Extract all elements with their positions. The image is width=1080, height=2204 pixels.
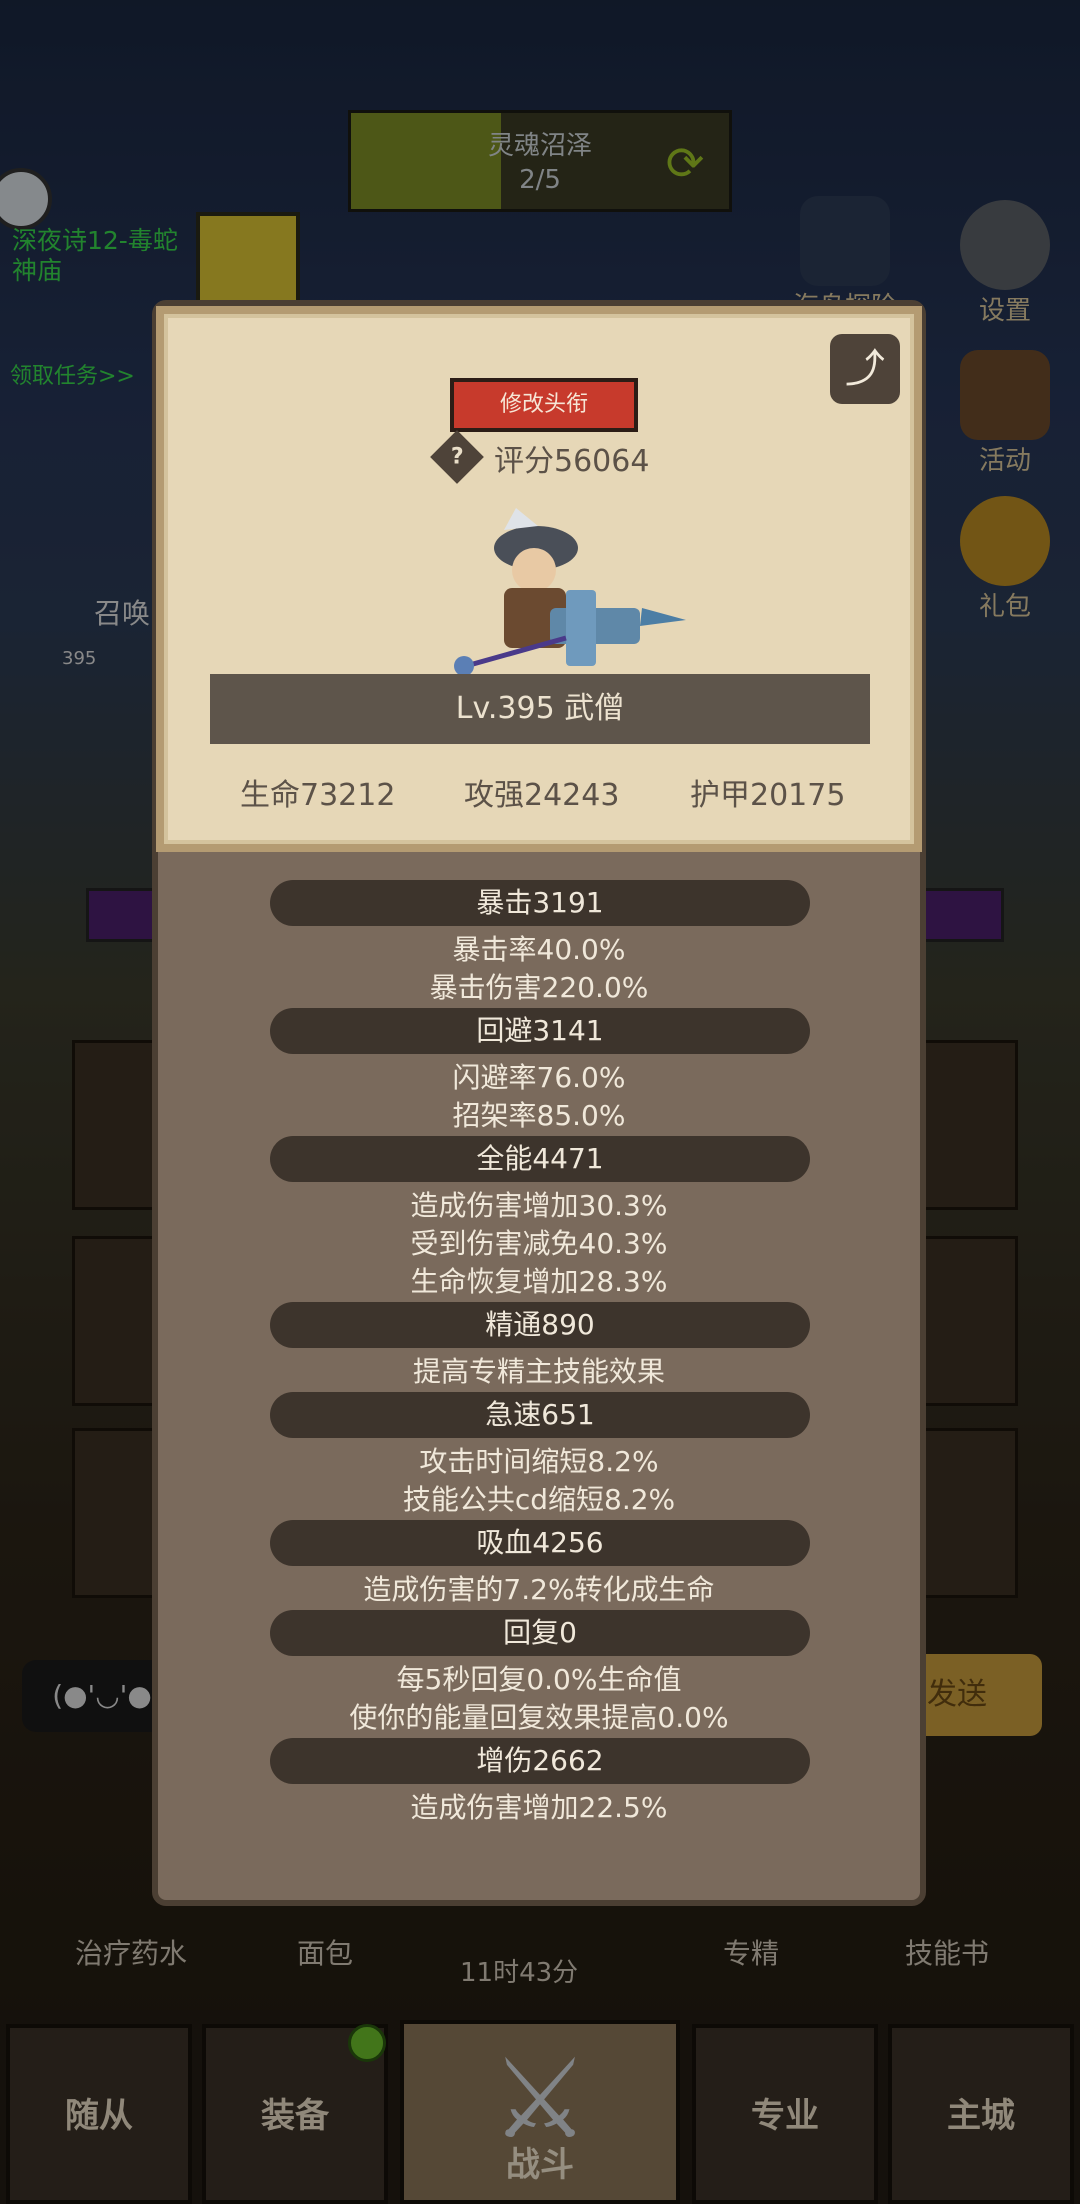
- stat-header-crit: 暴击3191: [270, 880, 810, 926]
- stat-line: 技能公共cd缩短8.2%: [402, 1483, 676, 1516]
- stat-header-haste: 急速651: [270, 1392, 810, 1438]
- stat-line: 暴击伤害220.0%: [429, 971, 649, 1004]
- stat-line: 暴击率40.0%: [452, 933, 626, 966]
- character-portrait: [454, 508, 686, 676]
- share-icon[interactable]: ⤴: [830, 334, 900, 404]
- edit-title-button[interactable]: 修改头衔: [450, 378, 638, 432]
- stat-line: 攻击时间缩短8.2%: [419, 1445, 659, 1478]
- stat-header-mastery: 精通890: [270, 1302, 810, 1348]
- stat-header-lifesteal: 吸血4256: [270, 1520, 810, 1566]
- hp-stat: 生命73212: [240, 778, 396, 813]
- stat-line: 使你的能量回复效果提高0.0%: [349, 1701, 729, 1734]
- stat-header-versatility: 全能4471: [270, 1136, 810, 1182]
- armor-stat: 护甲20175: [690, 778, 846, 813]
- score-text: 评分56064: [494, 444, 650, 479]
- stat-line: 受到伤害减免40.3%: [410, 1227, 668, 1260]
- stat-line: 每5秒回复0.0%生命值: [396, 1663, 682, 1696]
- stat-header-avoidance: 回避3141: [270, 1008, 810, 1054]
- attack-stat: 攻强24243: [464, 778, 620, 813]
- level-class-banner: Lv.395 武僧: [210, 674, 870, 744]
- stat-line: 生命恢复增加28.3%: [410, 1265, 668, 1298]
- stat-header-damage-bonus: 增伤2662: [270, 1738, 810, 1784]
- stat-line: 闪避率76.0%: [452, 1061, 626, 1094]
- stat-line: 造成伤害增加30.3%: [410, 1189, 668, 1222]
- stat-line: 招架率85.0%: [452, 1099, 626, 1132]
- stat-line: 造成伤害的7.2%转化成生命: [363, 1573, 715, 1606]
- stat-line: 造成伤害增加22.5%: [410, 1791, 668, 1824]
- stat-header-regen: 回复0: [270, 1610, 810, 1656]
- help-symbol: ?: [450, 443, 464, 469]
- stat-line: 提高专精主技能效果: [412, 1355, 665, 1388]
